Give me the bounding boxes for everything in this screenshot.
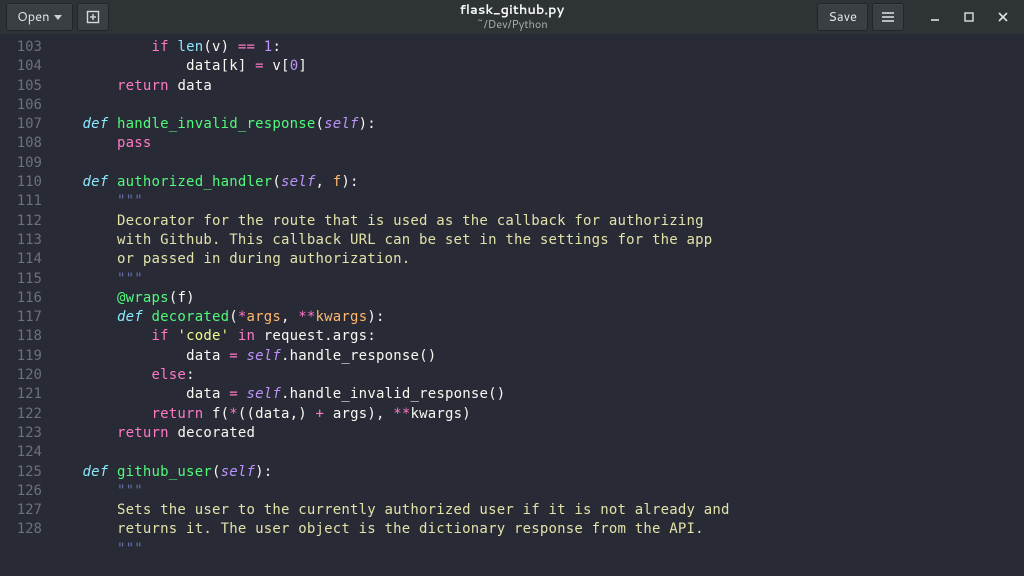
line-number: 118 — [0, 327, 42, 346]
line-number: 111 — [0, 192, 42, 211]
code-line: @wraps(f) — [48, 289, 1024, 308]
close-icon — [998, 12, 1008, 22]
line-number: 117 — [0, 308, 42, 327]
maximize-icon — [964, 12, 974, 22]
line-number: 112 — [0, 212, 42, 231]
line-number: 115 — [0, 270, 42, 289]
line-number: 116 — [0, 289, 42, 308]
new-tab-icon — [86, 10, 100, 24]
code-line: data = self.handle_response() — [48, 347, 1024, 366]
code-line: pass — [48, 134, 1024, 153]
line-number: 104 — [0, 57, 42, 76]
new-tab-button[interactable] — [77, 3, 109, 31]
code-line: def decorated(*args, **kwargs): — [48, 308, 1024, 327]
open-label: Open — [17, 8, 50, 26]
code-line: if len(v) == 1: — [48, 38, 1024, 57]
open-button[interactable]: Open — [6, 3, 73, 31]
code-line: def github_user(self): — [48, 463, 1024, 482]
line-number: 119 — [0, 347, 42, 366]
code-line: returns it. The user object is the dicti… — [48, 520, 1024, 539]
code-line: Decorator for the route that is used as … — [48, 212, 1024, 231]
code-line: Sets the user to the currently authorize… — [48, 501, 1024, 520]
line-number: 123 — [0, 424, 42, 443]
line-number: 126 — [0, 482, 42, 501]
menu-button[interactable] — [872, 3, 904, 31]
line-number: 120 — [0, 366, 42, 385]
close-button[interactable] — [988, 4, 1018, 30]
code-line: def handle_invalid_response(self): — [48, 115, 1024, 134]
line-number: 107 — [0, 115, 42, 134]
hamburger-icon — [881, 11, 895, 23]
chevron-down-icon — [54, 15, 62, 20]
code-line: """ — [48, 482, 1024, 501]
line-number: 125 — [0, 463, 42, 482]
minimize-button[interactable] — [920, 4, 950, 30]
code-line: return f(*((data,) + args), **kwargs) — [48, 405, 1024, 424]
editor[interactable]: 1031041051061071081091101111121131141151… — [0, 34, 1024, 576]
save-label: Save — [828, 8, 857, 26]
line-number: 114 — [0, 250, 42, 269]
code-line: return decorated — [48, 424, 1024, 443]
code-line — [48, 96, 1024, 115]
line-number: 109 — [0, 154, 42, 173]
file-path: ~/Dev/Python — [476, 18, 547, 31]
line-number: 121 — [0, 385, 42, 404]
line-number: 124 — [0, 443, 42, 462]
titlebar: Open flask_github.py ~/Dev/Python Save — [0, 0, 1024, 34]
line-number: 105 — [0, 77, 42, 96]
code-line: else: — [48, 366, 1024, 385]
code-line — [48, 443, 1024, 462]
code-line: def authorized_handler(self, f): — [48, 173, 1024, 192]
line-number: 122 — [0, 405, 42, 424]
code-line: data[k] = v[0] — [48, 57, 1024, 76]
line-number: 106 — [0, 96, 42, 115]
maximize-button[interactable] — [954, 4, 984, 30]
code-line: if 'code' in request.args: — [48, 327, 1024, 346]
code-line: data = self.handle_invalid_response() — [48, 385, 1024, 404]
line-number: 103 — [0, 38, 42, 57]
code-area[interactable]: if len(v) == 1: data[k] = v[0] return da… — [48, 34, 1024, 576]
code-line — [48, 154, 1024, 173]
line-number: 113 — [0, 231, 42, 250]
line-number: 128 — [0, 520, 42, 539]
line-number: 127 — [0, 501, 42, 520]
code-line: or passed in during authorization. — [48, 250, 1024, 269]
file-title: flask_github.py — [460, 3, 565, 18]
line-number: 108 — [0, 134, 42, 153]
line-number: 110 — [0, 173, 42, 192]
code-line: """ — [48, 192, 1024, 211]
code-line: return data — [48, 77, 1024, 96]
code-line: """ — [48, 540, 1024, 559]
code-line: """ — [48, 270, 1024, 289]
minimize-icon — [930, 12, 940, 22]
save-button[interactable]: Save — [817, 3, 868, 31]
code-line: with Github. This callback URL can be se… — [48, 231, 1024, 250]
line-number-gutter: 1031041051061071081091101111121131141151… — [0, 34, 42, 576]
